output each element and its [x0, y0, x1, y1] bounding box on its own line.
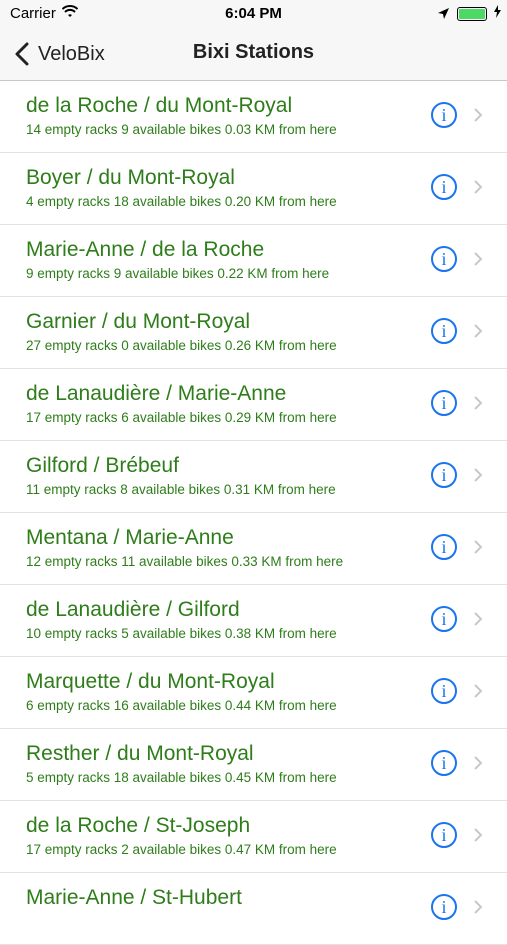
stations-list: de la Roche / du Mont-Royal 14 empty rac… [0, 81, 507, 945]
station-name: Gilford / Brébeuf [26, 454, 179, 477]
chevron-right-icon [474, 396, 483, 410]
info-icon[interactable]: i [431, 174, 457, 200]
station-name: Marquette / du Mont-Royal [26, 670, 275, 693]
station-detail: 6 empty racks 16 available bikes 0.44 KM… [26, 698, 337, 713]
station-detail: 14 empty racks 9 available bikes 0.03 KM… [26, 122, 337, 137]
station-row[interactable]: Mentana / Marie-Anne 12 empty racks 11 a… [0, 513, 507, 585]
station-row[interactable]: de Lanaudière / Marie-Anne 17 empty rack… [0, 369, 507, 441]
info-icon[interactable]: i [431, 678, 457, 704]
station-row[interactable]: Gilford / Brébeuf 11 empty racks 8 avail… [0, 441, 507, 513]
info-icon[interactable]: i [431, 318, 457, 344]
station-detail: 17 empty racks 2 available bikes 0.47 KM… [26, 842, 337, 857]
info-icon[interactable]: i [431, 246, 457, 272]
station-detail: 27 empty racks 0 available bikes 0.26 KM… [26, 338, 337, 353]
station-detail: 11 empty racks 8 available bikes 0.31 KM… [26, 482, 336, 497]
station-row[interactable]: de la Roche / du Mont-Royal 14 empty rac… [0, 81, 507, 153]
battery-icon [457, 7, 487, 21]
status-bar: Carrier 6:04 PM [0, 0, 507, 28]
page-title: Bixi Stations [192, 41, 315, 63]
station-name: Garnier / du Mont-Royal [26, 310, 251, 333]
station-row[interactable]: Resther / du Mont-Royal 5 empty racks 18… [0, 729, 507, 801]
info-icon[interactable]: i [431, 822, 457, 848]
station-row[interactable]: Marie-Anne / St-Hubert i [0, 873, 507, 945]
station-detail: 9 empty racks 9 available bikes 0.22 KM … [26, 266, 330, 281]
station-name: Resther / du Mont-Royal [26, 742, 254, 765]
info-icon[interactable]: i [431, 390, 457, 416]
station-name: de Lanaudière / Gilford [26, 598, 240, 621]
charging-bolt-icon [494, 5, 501, 21]
clock: 6:04 PM [225, 5, 282, 22]
station-name: Mentana / Marie-Anne [26, 526, 234, 549]
chevron-right-icon [474, 756, 483, 770]
station-name: de la Roche / du Mont-Royal [26, 94, 293, 117]
chevron-right-icon [474, 612, 483, 626]
station-row[interactable]: Garnier / du Mont-Royal 27 empty racks 0… [0, 297, 507, 369]
station-name: Marie-Anne / de la Roche [26, 238, 265, 261]
station-name: de la Roche / St-Joseph [26, 814, 251, 837]
station-detail: 17 empty racks 6 available bikes 0.29 KM… [26, 410, 337, 425]
station-row[interactable]: Marquette / du Mont-Royal 6 empty racks … [0, 657, 507, 729]
station-name: de Lanaudière / Marie-Anne [26, 382, 287, 405]
station-detail: 5 empty racks 18 available bikes 0.45 KM… [26, 770, 337, 785]
navigation-bar: VeloBix Bixi Stations [0, 28, 507, 81]
station-row[interactable]: de la Roche / St-Joseph 17 empty racks 2… [0, 801, 507, 873]
station-row[interactable]: Marie-Anne / de la Roche 9 empty racks 9… [0, 225, 507, 297]
info-icon[interactable]: i [431, 534, 457, 560]
info-icon[interactable]: i [431, 462, 457, 488]
chevron-right-icon [474, 324, 483, 338]
station-name: Boyer / du Mont-Royal [26, 166, 235, 189]
station-detail: 10 empty racks 5 available bikes 0.38 KM… [26, 626, 337, 641]
chevron-right-icon [474, 252, 483, 266]
chevron-right-icon [474, 828, 483, 842]
station-name: Marie-Anne / St-Hubert [26, 886, 242, 909]
info-icon[interactable]: i [431, 606, 457, 632]
chevron-right-icon [474, 684, 483, 698]
station-detail: 12 empty racks 11 available bikes 0.33 K… [26, 554, 344, 569]
station-row[interactable]: Boyer / du Mont-Royal 4 empty racks 18 a… [0, 153, 507, 225]
info-icon[interactable]: i [431, 894, 457, 920]
chevron-right-icon [474, 900, 483, 914]
chevron-right-icon [474, 540, 483, 554]
chevron-right-icon [474, 180, 483, 194]
chevron-right-icon [474, 468, 483, 482]
location-arrow-icon [438, 6, 449, 23]
info-icon[interactable]: i [431, 102, 457, 128]
station-row[interactable]: de Lanaudière / Gilford 10 empty racks 5… [0, 585, 507, 657]
chevron-right-icon [474, 108, 483, 122]
info-icon[interactable]: i [431, 750, 457, 776]
station-detail: 4 empty racks 18 available bikes 0.20 KM… [26, 194, 337, 209]
